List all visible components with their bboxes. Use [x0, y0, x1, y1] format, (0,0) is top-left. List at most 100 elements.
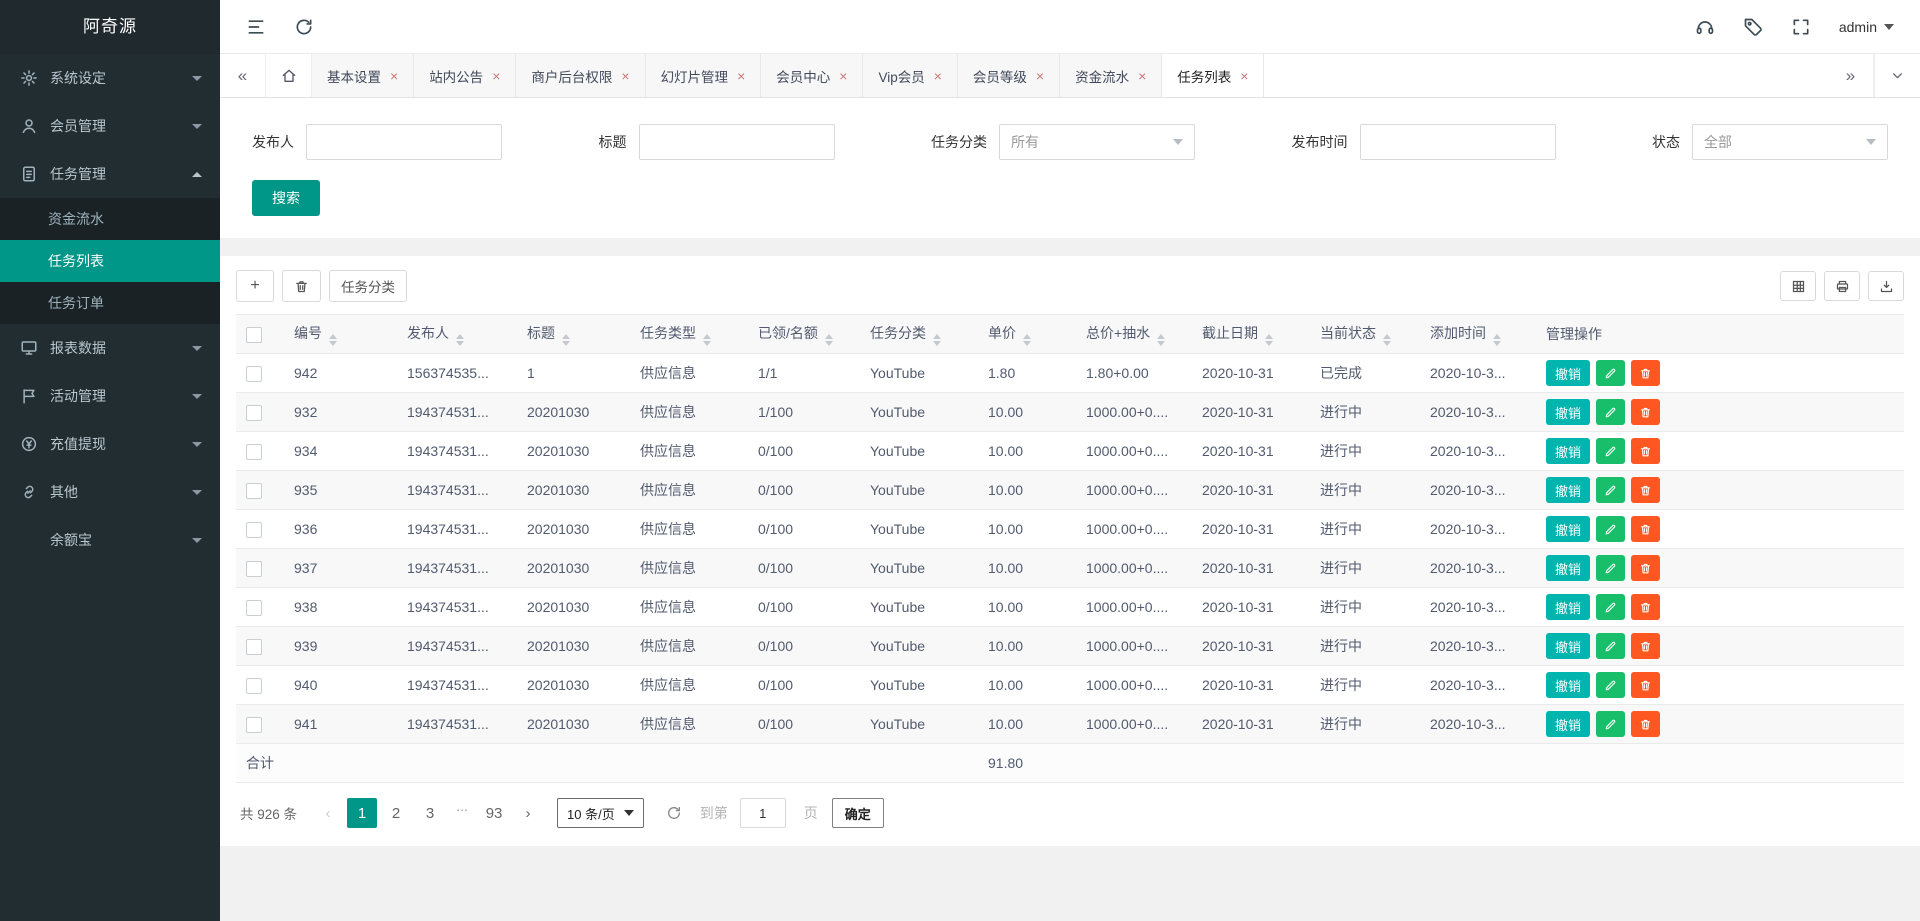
row-checkbox[interactable] [246, 678, 262, 694]
refresh-icon[interactable] [294, 17, 314, 37]
column-header-id[interactable]: 编号 [284, 315, 397, 354]
row-checkbox[interactable] [246, 405, 262, 421]
edit-button[interactable] [1596, 477, 1625, 503]
sort-icon[interactable] [933, 334, 941, 346]
revoke-button[interactable]: 撤销 [1546, 633, 1590, 659]
tab-basic-settings[interactable]: 基本设置× [312, 54, 414, 97]
close-icon[interactable]: × [621, 69, 629, 83]
delete-button[interactable] [1631, 555, 1660, 581]
row-checkbox[interactable] [246, 600, 262, 616]
column-header-claimed-quota[interactable]: 已领/名额 [748, 315, 860, 354]
delete-button[interactable] [1631, 477, 1660, 503]
column-header-deadline[interactable]: 截止日期 [1192, 315, 1310, 354]
column-header-status[interactable]: 当前状态 [1310, 315, 1420, 354]
close-icon[interactable]: × [1240, 69, 1248, 83]
delete-button[interactable] [1631, 633, 1660, 659]
sort-icon[interactable] [1023, 334, 1031, 346]
delete-button[interactable] [1631, 360, 1660, 386]
edit-button[interactable] [1596, 516, 1625, 542]
prev-page-button[interactable]: ‹ [313, 798, 343, 828]
sidebar-item-yuebao[interactable]: 余额宝 [0, 516, 220, 564]
tab-vip-member[interactable]: Vip会员× [863, 54, 957, 97]
sidebar-item-other[interactable]: 其他 [0, 468, 220, 516]
filter-input-publisher[interactable] [306, 124, 502, 160]
column-header-unit-price[interactable]: 单价 [978, 315, 1076, 354]
tab-slideshow-management[interactable]: 幻灯片管理× [646, 54, 762, 97]
export-button[interactable] [1868, 271, 1904, 301]
sidebar-item-task-orders[interactable]: 任务订单 [0, 282, 220, 324]
fullscreen-icon[interactable] [1791, 17, 1811, 37]
edit-button[interactable] [1596, 438, 1625, 464]
row-checkbox[interactable] [246, 444, 262, 460]
filter-input-title[interactable] [639, 124, 835, 160]
sidebar-item-recharge-withdraw[interactable]: 充值提现 [0, 420, 220, 468]
add-button[interactable]: + [236, 270, 274, 302]
tab-member-center[interactable]: 会员中心× [761, 54, 863, 97]
row-checkbox[interactable] [246, 366, 262, 382]
revoke-button[interactable]: 撤销 [1546, 438, 1590, 464]
delete-selected-button[interactable] [282, 270, 321, 302]
tab-member-level[interactable]: 会员等级× [958, 54, 1060, 97]
tabs-scroll-left-button[interactable]: « [220, 54, 266, 97]
columns-grid-button[interactable] [1780, 271, 1816, 301]
sidebar-item-activity-management[interactable]: 活动管理 [0, 372, 220, 420]
search-button[interactable]: 搜索 [252, 180, 320, 216]
support-icon[interactable] [1695, 17, 1715, 37]
revoke-button[interactable]: 撤销 [1546, 672, 1590, 698]
revoke-button[interactable]: 撤销 [1546, 594, 1590, 620]
revoke-button[interactable]: 撤销 [1546, 399, 1590, 425]
next-page-button[interactable]: › [513, 798, 543, 828]
row-checkbox[interactable] [246, 639, 262, 655]
edit-button[interactable] [1596, 633, 1625, 659]
home-tab[interactable] [266, 54, 312, 97]
print-button[interactable] [1824, 271, 1860, 301]
revoke-button[interactable]: 撤销 [1546, 477, 1590, 503]
column-header-task-type[interactable]: 任务类型 [630, 315, 748, 354]
column-header-created-time[interactable]: 添加时间 [1420, 315, 1536, 354]
tab-site-announcement[interactable]: 站内公告× [414, 54, 516, 97]
sidebar-item-task-list[interactable]: 任务列表 [0, 240, 220, 282]
delete-button[interactable] [1631, 399, 1660, 425]
tabs-scroll-right-button[interactable]: » [1828, 54, 1874, 97]
column-header-total-price[interactable]: 总价+抽水 [1076, 315, 1192, 354]
close-icon[interactable]: × [737, 69, 745, 83]
column-header-title[interactable]: 标题 [517, 315, 630, 354]
edit-button[interactable] [1596, 555, 1625, 581]
sort-icon[interactable] [329, 334, 337, 346]
sidebar-item-report-data[interactable]: 报表数据 [0, 324, 220, 372]
edit-button[interactable] [1596, 360, 1625, 386]
close-icon[interactable]: × [390, 69, 398, 83]
select-all-checkbox[interactable] [246, 327, 262, 343]
filter-select-task-category[interactable]: 所有 [999, 124, 1195, 160]
sidebar-item-task-management[interactable]: 任务管理 [0, 150, 220, 198]
filter-select-status[interactable]: 全部 [1692, 124, 1888, 160]
sort-icon[interactable] [1265, 334, 1273, 346]
close-icon[interactable]: × [492, 69, 500, 83]
tab-merchant-permissions[interactable]: 商户后台权限× [516, 54, 645, 97]
filter-input-publish-time[interactable] [1360, 124, 1556, 160]
tab-funds-flow[interactable]: 资金流水× [1060, 54, 1162, 97]
goto-page-input[interactable] [740, 798, 786, 828]
column-header-task-category[interactable]: 任务分类 [860, 315, 978, 354]
tag-icon[interactable] [1743, 17, 1763, 37]
tab-task-list[interactable]: 任务列表× [1162, 54, 1264, 97]
row-checkbox[interactable] [246, 483, 262, 499]
edit-button[interactable] [1596, 594, 1625, 620]
delete-button[interactable] [1631, 516, 1660, 542]
revoke-button[interactable]: 撤销 [1546, 555, 1590, 581]
sort-icon[interactable] [562, 334, 570, 346]
edit-button[interactable] [1596, 711, 1625, 737]
sidebar-item-funds-flow[interactable]: 资金流水 [0, 198, 220, 240]
menu-collapse-icon[interactable] [246, 17, 266, 37]
sort-icon[interactable] [825, 334, 833, 346]
close-icon[interactable]: × [839, 69, 847, 83]
page-button-3[interactable]: 3 [415, 798, 445, 828]
close-icon[interactable]: × [1036, 69, 1044, 83]
task-category-button[interactable]: 任务分类 [329, 270, 407, 302]
row-checkbox[interactable] [246, 522, 262, 538]
sort-icon[interactable] [456, 334, 464, 346]
page-size-select[interactable]: 10 条/页 [557, 798, 644, 828]
page-button-2[interactable]: 2 [381, 798, 411, 828]
sort-icon[interactable] [1493, 334, 1501, 346]
revoke-button[interactable]: 撤销 [1546, 360, 1590, 386]
